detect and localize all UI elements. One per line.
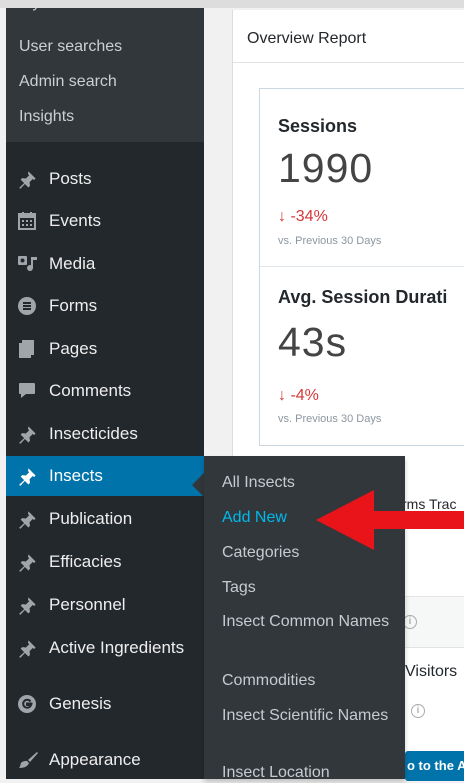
duration-compare: vs. Previous 30 Days [278,413,382,425]
pin-icon [17,465,47,487]
sidebar-item-label: Posts [49,169,92,188]
sessions-change-value: -34% [290,208,328,225]
sidebar-item-label: Comments [49,381,132,400]
info-icon[interactable]: i [403,615,417,629]
pages-icon [17,339,47,359]
sidebar-item-posts[interactable]: Posts [6,159,204,199]
submenu-user-searches[interactable]: User searches [19,38,122,56]
admin-sidebar: My Sites User searches Admin search Insi… [6,0,204,779]
sidebar-item-label: Active Ingredients [49,638,185,657]
sidebar-item-efficacies[interactable]: Efficacies [6,542,204,582]
pin-icon [17,508,47,530]
flyout-pointer [192,473,204,497]
sidebar-item-label: Genesis [49,694,112,713]
flyout-item-commodities[interactable]: Commodities [222,670,397,691]
sidebar-item-active-ingredients[interactable]: Active Ingredients [6,628,204,668]
sidebar-item-label: Publication [49,509,133,528]
sidebar-item-media[interactable]: Media [6,244,204,284]
comment-icon [17,381,47,401]
sidebar-item-label: Media [49,254,96,273]
submenu-admin-search[interactable]: Admin search [19,73,117,91]
stats-box: Sessions 1990 ↓ -34% vs. Previous 30 Day… [259,88,464,446]
sessions-value: 1990 [278,145,374,191]
pin-icon [17,637,47,659]
flyout-item-tags[interactable]: Tags [222,577,397,598]
sidebar-item-label: Pages [49,339,98,358]
down-arrow-icon: ↓ [278,387,286,404]
sidebar-item-label: Forms [49,296,98,315]
sidebar-item-label: Appearance [49,750,141,769]
flyout-item-insect-common-names[interactable]: Insect Common Names [222,611,397,632]
submenu-insights[interactable]: Insights [19,108,74,126]
stat-divider [260,266,464,267]
sidebar-item-insects[interactable]: Insects [6,456,204,496]
duration-title: Avg. Session Durati [278,287,448,307]
pin-icon [17,551,47,573]
panel-header: Overview Report [233,10,464,63]
forms-icon [17,296,47,316]
top-strip [0,0,464,8]
duration-change-value: -4% [290,387,319,404]
sidebar-item-insecticides[interactable]: Insecticides [6,414,204,454]
sessions-compare: vs. Previous 30 Days [278,235,382,247]
sidebar-submenu-top: My Sites User searches Admin search Insi… [6,0,204,142]
brush-icon [17,750,47,770]
sidebar-item-label: Efficacies [49,552,122,571]
sessions-title: Sessions [278,116,358,136]
panel-title: Overview Report [247,30,367,47]
sidebar-item-events[interactable]: Events [6,201,204,241]
down-arrow-icon: ↓ [278,208,286,225]
duration-value: 43s [278,319,348,365]
calendar-icon [17,211,47,231]
duration-change: ↓ -4% [278,387,319,405]
sidebar-item-publication[interactable]: Publication [6,499,204,539]
pin-icon [17,168,47,190]
pin-icon [17,594,47,616]
sidebar-item-label: Personnel [49,595,126,614]
media-icon [17,254,47,274]
sidebar-item-comments[interactable]: Comments [6,371,204,411]
annotation-arrow-icon [316,490,464,550]
sidebar-item-pages[interactable]: Pages [6,329,204,369]
sidebar-item-label: Events [49,211,101,230]
sessions-change: ↓ -34% [278,208,328,226]
genesis-icon [17,694,47,714]
sidebar-item-label: Insecticides [49,424,138,443]
sidebar-item-forms[interactable]: Forms [6,286,204,326]
flyout-item-insect-location[interactable]: Insect Location [222,762,397,783]
sidebar-item-label: Insects [49,466,103,485]
go-to-analytics-button[interactable]: o to the A [405,751,464,781]
flyout-item-insect-scientific-names[interactable]: Insect Scientific Names [222,705,397,726]
sidebar-item-personnel[interactable]: Personnel [6,585,204,625]
sidebar-item-genesis[interactable]: Genesis [6,684,204,724]
visitors-label: Visitors [405,663,458,680]
sidebar-item-appearance[interactable]: Appearance [6,740,204,780]
info-icon[interactable]: i [411,704,425,718]
pin-icon [17,423,47,445]
